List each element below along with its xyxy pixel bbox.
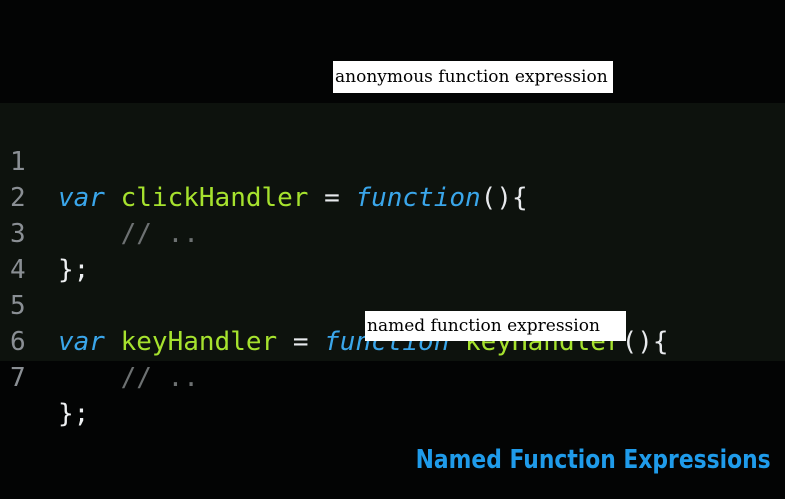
code-line-1: 1 var clickHandler = function(){ xyxy=(0,108,528,213)
punctuation-open: (){ xyxy=(621,327,669,357)
line-code: }; xyxy=(58,255,90,285)
keyword-var: var xyxy=(58,183,105,213)
identifier-clickHandler: clickHandler xyxy=(120,183,309,213)
operator-assign: = xyxy=(277,327,325,357)
code-line-2: 2 // .. xyxy=(0,144,199,249)
slide-title: Named Function Expressions xyxy=(415,445,771,475)
line-comment: // .. xyxy=(58,363,199,393)
operator-assign: = xyxy=(308,183,356,213)
line-number: 7 xyxy=(10,363,26,393)
keyword-var: var xyxy=(58,327,105,357)
code-line-4: 4 xyxy=(0,216,63,285)
named-function-label: named function expression xyxy=(365,311,626,341)
identifier-keyHandler: keyHandler xyxy=(120,327,278,357)
anonymous-function-label: anonymous function expression xyxy=(333,61,613,93)
code-line-3: 3 }; xyxy=(0,180,89,285)
code-line-6: 6 // .. xyxy=(0,288,199,393)
line-code: var clickHandler = function(){ xyxy=(58,180,528,216)
line-comment: // .. xyxy=(58,219,199,249)
keyword-function: function xyxy=(355,183,481,213)
code-line-5: 5 var keyHandler = function keyHandler()… xyxy=(0,252,669,357)
punctuation-open: (){ xyxy=(480,183,528,213)
line-code: }; xyxy=(58,399,90,429)
code-line-7: 7 }; xyxy=(0,324,89,429)
